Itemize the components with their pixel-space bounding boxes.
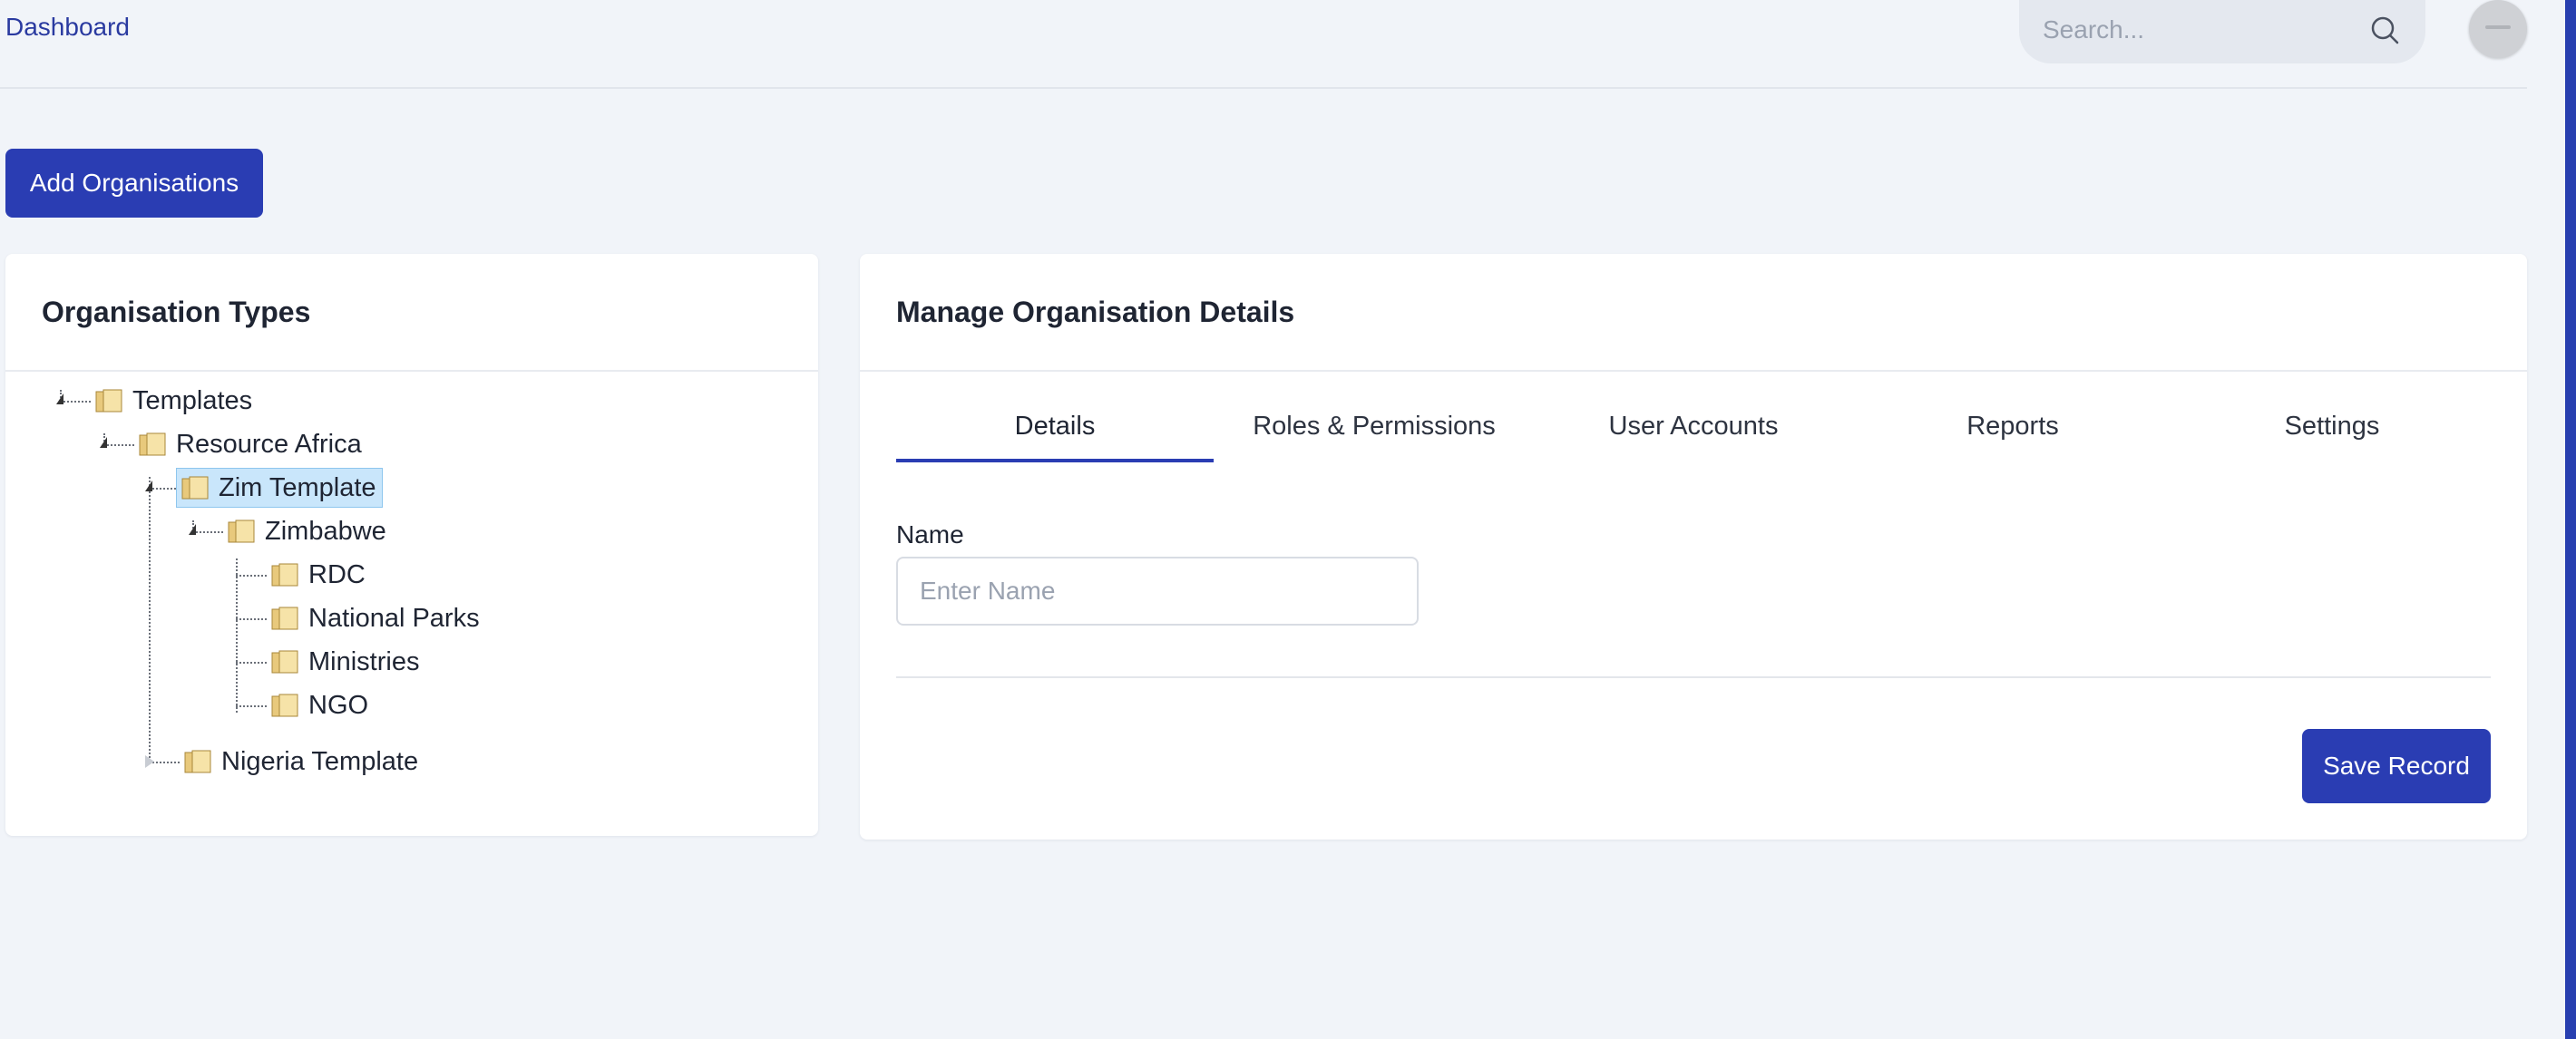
tree-node-label: Zim Template [219, 472, 376, 502]
collapse-icon[interactable] [189, 524, 196, 535]
tree-node-nigeria-template[interactable]: Nigeria Template [183, 742, 418, 782]
organisation-types-card: Organisation Types Templates Resource Af… [5, 254, 818, 836]
folder-icon [181, 476, 209, 500]
folder-icon [95, 389, 122, 413]
search-icon[interactable] [2367, 13, 2404, 49]
tree-node-national-parks[interactable]: National Parks [270, 598, 480, 638]
tree-connector [236, 575, 267, 577]
tree-node-label: NGO [308, 690, 369, 720]
expand-icon[interactable] [145, 755, 154, 768]
folder-icon [184, 750, 211, 773]
tree-connector [236, 618, 267, 620]
folder-icon [228, 520, 255, 543]
tree-node-resource-africa[interactable]: Resource Africa [138, 424, 362, 464]
tree-connector [236, 662, 267, 664]
organisation-details-title: Manage Organisation Details [896, 296, 1295, 328]
tree-node-label: Ministries [308, 646, 420, 676]
search-input[interactable] [2043, 13, 2351, 47]
tree-connector [236, 558, 238, 713]
tree-node-label: Nigeria Template [221, 746, 419, 776]
tab-user-accounts[interactable]: User Accounts [1535, 406, 1852, 462]
tree-connector [149, 488, 180, 490]
tree-node-rdc[interactable]: RDC [270, 555, 366, 595]
tree-node-templates[interactable]: Templates [94, 381, 252, 421]
folder-icon [139, 432, 166, 456]
collapse-icon[interactable] [145, 481, 152, 491]
folder-icon [271, 694, 298, 717]
top-bar: Dashboard [0, 0, 2527, 89]
tree-node-zimbabwe[interactable]: Zimbabwe [227, 511, 386, 551]
organisation-details-header: Manage Organisation Details [860, 254, 2527, 372]
tree-node-label: Zimbabwe [265, 516, 386, 546]
folder-icon [271, 607, 298, 630]
details-tabs: Details Roles & Permissions User Account… [896, 406, 2491, 462]
tree-connector [149, 477, 151, 762]
tree-node-label: RDC [308, 559, 366, 589]
search-box [2019, 0, 2425, 63]
collapse-icon[interactable] [100, 437, 107, 448]
save-record-button[interactable]: Save Record [2302, 729, 2491, 803]
tab-roles-permissions[interactable]: Roles & Permissions [1215, 406, 1533, 462]
tab-details[interactable]: Details [896, 406, 1214, 462]
tree-connector [236, 705, 267, 707]
tab-reports[interactable]: Reports [1854, 406, 2171, 462]
breadcrumb-dashboard[interactable]: Dashboard [5, 13, 130, 42]
folder-icon [271, 563, 298, 587]
name-input[interactable] [896, 557, 1419, 626]
form-divider [896, 676, 2491, 678]
user-avatar[interactable] [2469, 0, 2527, 58]
name-field-label: Name [896, 520, 964, 549]
tree-node-label: Resource Africa [176, 429, 362, 459]
tab-settings[interactable]: Settings [2173, 406, 2491, 462]
tree-node-ngo[interactable]: NGO [270, 685, 368, 725]
organisation-types-header: Organisation Types [5, 254, 818, 372]
tree-connector [103, 444, 134, 446]
tree-node-zim-template[interactable]: Zim Template [176, 468, 383, 508]
collapse-icon[interactable] [56, 393, 63, 404]
tree-connector [60, 401, 91, 403]
window-edge [2565, 0, 2576, 1039]
tree-node-label: Templates [132, 385, 253, 415]
avatar-glyph [2485, 25, 2511, 29]
tree-connector [192, 531, 223, 533]
organisation-types-title: Organisation Types [42, 296, 311, 328]
organisation-details-card: Manage Organisation Details Details Role… [860, 254, 2527, 840]
folder-icon [271, 650, 298, 674]
tree-node-label: National Parks [308, 603, 480, 633]
tree-node-ministries[interactable]: Ministries [270, 642, 419, 682]
organisation-tree: Templates Resource Africa Zim Template Z… [5, 372, 818, 834]
add-organisations-button[interactable]: Add Organisations [5, 149, 263, 218]
